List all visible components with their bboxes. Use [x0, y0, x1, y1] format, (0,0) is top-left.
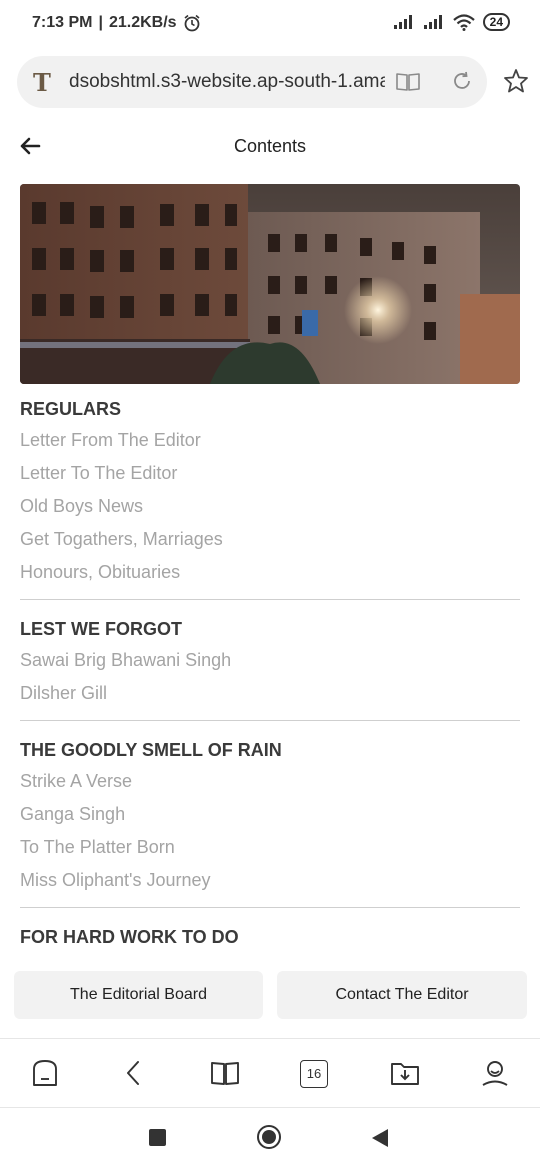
contents-link[interactable]: To The Platter Born — [20, 831, 520, 864]
tabs-count-icon[interactable]: 16 — [300, 1060, 328, 1088]
reload-icon[interactable] — [451, 70, 473, 92]
profile-icon[interactable] — [479, 1057, 511, 1089]
editorial-board-button[interactable]: The Editorial Board — [14, 971, 263, 1019]
back-nav-icon[interactable] — [118, 1057, 150, 1089]
contents-link[interactable]: Old Boys News — [20, 490, 520, 523]
contents-link[interactable]: Dilsher Gill — [20, 677, 520, 710]
contents-link[interactable]: Letter From The Editor — [20, 424, 520, 457]
contact-editor-button[interactable]: Contact The Editor — [277, 971, 527, 1019]
section-title: FOR HARD WORK TO DO — [20, 927, 239, 947]
contents-section: FOR HARD WORK TO DO — [20, 922, 520, 962]
hero-image — [20, 184, 520, 384]
contents-section: LEST WE FORGOT Sawai Brig Bhawani Singh Di… — [20, 614, 520, 721]
status-right: 24 — [393, 13, 510, 31]
contents-link[interactable]: Miss Oliphant's Journey — [20, 864, 520, 897]
section-title: LEST WE FORGOT — [20, 619, 182, 639]
contents-link[interactable]: Letter To The Editor — [20, 457, 520, 490]
page-title: Contents — [233, 136, 307, 156]
contents-link[interactable]: Strike A Verse — [20, 765, 520, 798]
contents-link[interactable]: Get Togathers, Marriages — [20, 523, 520, 556]
browser-bottom-bar: 16 — [0, 1038, 540, 1108]
url-text[interactable]: dsobshtml.s3-website.ap-south-1.amazonaw… — [69, 71, 385, 93]
wifi-icon — [452, 13, 475, 31]
section-title: REGULARS — [20, 399, 122, 419]
system-nav-bar — [0, 1107, 540, 1170]
contents-section: REGULARS Letter From The Editor Letter To … — [20, 394, 520, 600]
home-circle-icon[interactable] — [257, 1125, 281, 1149]
contents-link[interactable]: Sawai Brig Bhawani Singh — [20, 644, 520, 677]
signal-icon-2 — [423, 15, 442, 29]
site-logo-icon: T — [33, 68, 51, 97]
address-bar[interactable]: T dsobshtml.s3-website.ap-south-1.amazon… — [17, 56, 487, 108]
status-left: 7:13 PM | 21.2KB/s — [32, 14, 201, 32]
contents-list: REGULARS Letter From The Editor Letter To … — [20, 394, 520, 976]
contents-link[interactable]: Ganga Singh — [20, 798, 520, 831]
reader-mode-icon[interactable] — [395, 70, 421, 94]
downloads-icon[interactable] — [389, 1057, 421, 1089]
network-speed: 21.2KB/s — [108, 14, 177, 31]
home-icon[interactable] — [29, 1057, 61, 1089]
contents-link[interactable]: Honours, Obituaries — [20, 556, 520, 589]
status-bar: 7:13 PM | 21.2KB/s 24 — [0, 0, 540, 48]
back-triangle-icon[interactable] — [371, 1128, 389, 1148]
bookmarks-icon[interactable] — [209, 1057, 241, 1089]
battery-indicator: 24 — [482, 13, 510, 31]
section-title: THE GOODLY SMELL OF RAIN — [20, 740, 282, 760]
page-header: Contents — [0, 124, 540, 168]
signal-icon — [393, 15, 412, 29]
recents-icon[interactable] — [149, 1129, 166, 1146]
alarm-icon — [184, 14, 200, 32]
footer-buttons: The Editorial Board Contact The Editor — [14, 971, 527, 1019]
bookmark-star-icon[interactable] — [503, 68, 529, 94]
contents-section: THE GOODLY SMELL OF RAIN Strike A Verse Ga… — [20, 735, 520, 908]
status-time: 7:13 PM — [32, 14, 93, 31]
